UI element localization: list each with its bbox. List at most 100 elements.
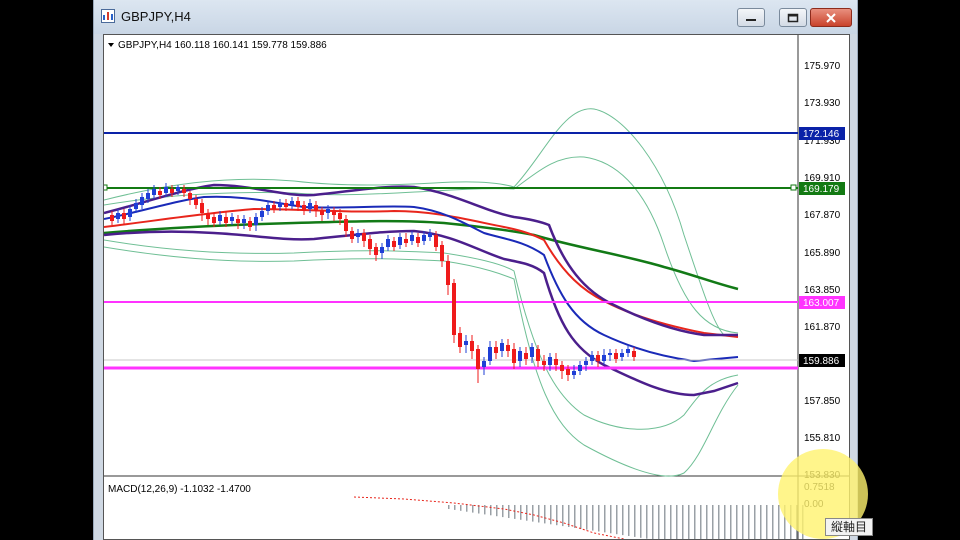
candle-body — [368, 239, 372, 249]
candle-body — [296, 201, 300, 207]
candle-body — [122, 213, 126, 219]
macd-bar — [556, 505, 558, 526]
macd-bar — [502, 505, 504, 518]
candle-body — [386, 239, 390, 247]
price-chart[interactable]: GBPJPY,H4 160.118 160.141 159.778 159.88… — [101, 35, 849, 540]
macd-bar — [718, 505, 720, 539]
title-bar[interactable]: GBPJPY,H4 — [94, 0, 857, 34]
candle-body — [344, 219, 348, 231]
close-icon — [826, 12, 836, 23]
candle-body — [464, 341, 468, 345]
price-tag-magenta-label: 163.007 — [803, 298, 840, 309]
macd-bar — [484, 505, 486, 515]
price-scale[interactable]: 175.970 173.930 171.930 169.910 167.870 … — [804, 61, 841, 481]
candle-body — [518, 351, 522, 361]
candle-body — [224, 217, 228, 223]
candle-body — [284, 203, 288, 207]
macd-bar — [568, 505, 570, 527]
price-label: 165.890 — [804, 248, 841, 259]
dropdown-triangle-icon[interactable] — [108, 43, 114, 47]
candle-body — [548, 357, 552, 365]
macd-bar — [760, 505, 762, 539]
macd-bar — [778, 505, 780, 539]
candle-body — [164, 187, 168, 193]
hline-handle-left[interactable] — [101, 184, 108, 191]
candle-body — [620, 353, 624, 357]
minimize-button[interactable] — [737, 8, 765, 27]
candle-body — [566, 369, 570, 375]
candle-body — [392, 241, 396, 247]
restore-button[interactable] — [779, 8, 807, 27]
candle-body — [416, 237, 420, 243]
candle-body — [158, 191, 162, 195]
macd-signal-line — [353, 496, 625, 540]
vertical-axis-button[interactable]: 縦軸目 — [825, 518, 873, 536]
candle-body — [326, 209, 330, 213]
candle-body — [446, 261, 450, 285]
price-label: 163.850 — [804, 285, 841, 296]
candle-body — [410, 235, 414, 241]
macd-bar — [604, 505, 606, 533]
candle-body — [260, 211, 264, 217]
macd-bar — [586, 505, 588, 530]
macd-bar — [574, 505, 576, 528]
candle-body — [470, 341, 474, 351]
macd-bar — [694, 505, 696, 539]
candlesticks[interactable] — [110, 183, 636, 383]
candle-body — [350, 231, 354, 239]
candle-body — [524, 353, 528, 359]
macd-bar — [754, 505, 756, 539]
macd-bar — [508, 505, 510, 518]
macd-histogram — [448, 505, 804, 539]
candle-body — [194, 199, 198, 205]
macd-bar — [592, 505, 594, 531]
macd-scale-label: 0.7518 — [804, 482, 835, 493]
price-label: 175.970 — [804, 61, 841, 72]
candle-body — [200, 203, 204, 213]
candle-body — [608, 353, 612, 355]
macd-scale-label: 0.00 — [804, 499, 824, 510]
macd-bar — [802, 505, 804, 539]
bollinger-outer-lower — [103, 246, 739, 477]
candle-body — [452, 283, 456, 335]
candle-body — [212, 217, 216, 223]
chart-area[interactable]: GBPJPY,H4 160.118 160.141 159.778 159.88… — [101, 34, 850, 540]
macd-bar — [700, 505, 702, 539]
price-label: 157.850 — [804, 396, 841, 407]
macd-bar — [472, 505, 474, 513]
bollinger-inner-lower — [103, 239, 739, 430]
macd-bar — [550, 505, 552, 525]
candle-body — [530, 347, 534, 357]
candle-body — [134, 203, 138, 209]
macd-bar — [628, 505, 630, 536]
macd-bar — [796, 505, 798, 539]
candle-body — [512, 349, 516, 363]
macd-bar — [490, 505, 492, 516]
price-label: 161.870 — [804, 322, 841, 333]
macd-bar — [784, 505, 786, 539]
price-label: 155.810 — [804, 433, 841, 444]
hline-handle-right[interactable] — [790, 184, 797, 191]
macd-label: MACD(12,26,9) -1.1032 -1.4700 — [108, 484, 251, 495]
window-title: GBPJPY,H4 — [121, 9, 191, 24]
macd-bar — [688, 505, 690, 539]
price-tag-current-label: 159.886 — [803, 356, 840, 367]
candle-body — [578, 365, 582, 371]
candle-body — [116, 213, 120, 219]
close-button[interactable] — [810, 8, 852, 27]
candle-body — [290, 201, 294, 205]
candle-body — [596, 355, 600, 361]
candle-body — [458, 333, 462, 347]
macd-bar — [748, 505, 750, 539]
candle-body — [602, 355, 606, 361]
candle-body — [308, 203, 312, 209]
macd-bar — [652, 505, 654, 539]
price-label: 167.870 — [804, 210, 841, 221]
macd-bar — [616, 505, 618, 535]
candle-body — [338, 213, 342, 219]
macd-bar — [742, 505, 744, 539]
candle-body — [626, 349, 630, 353]
candle-body — [248, 221, 252, 227]
macd-bar — [664, 505, 666, 539]
candle-body — [488, 347, 492, 361]
